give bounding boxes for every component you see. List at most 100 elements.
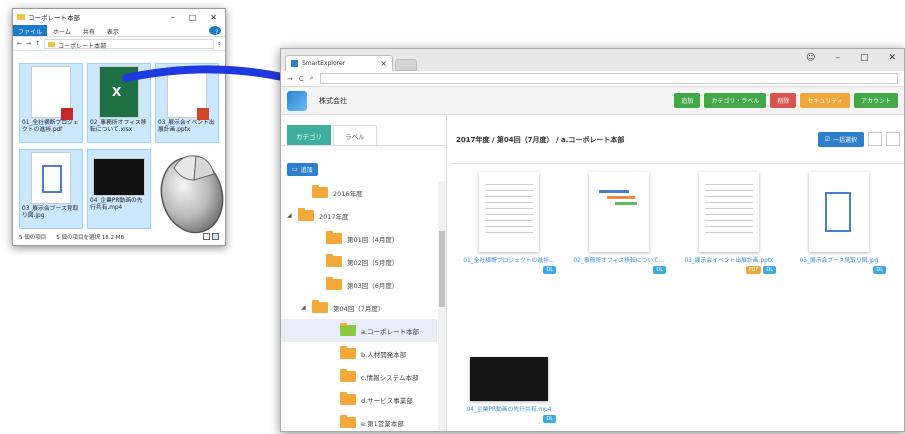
tree-node[interactable]: 第03回（6月度） bbox=[281, 273, 437, 296]
tab-category[interactable]: カテゴリ bbox=[287, 125, 331, 145]
file-card-tags: DL bbox=[786, 266, 892, 274]
window-controls: ☺ – □ ✕ bbox=[806, 53, 896, 63]
file-card-name[interactable]: 01_全社横断プロジェクトの進捗… bbox=[456, 255, 562, 264]
folder-icon: ▭ bbox=[292, 166, 298, 173]
expand-icon[interactable]: ◢ bbox=[287, 212, 293, 219]
explorer-ribbon: ファイル ホーム 共有 表示 ? bbox=[13, 25, 225, 37]
folder-icon bbox=[340, 415, 356, 428]
folder-icon bbox=[340, 323, 356, 336]
company-name: 株式会社 bbox=[319, 96, 347, 105]
toolbar-button-3[interactable]: セキュリティ bbox=[800, 93, 850, 108]
category-tree: 2016年度 ◢ 2017年度 第01回（4月度） 第02回（5月度） 第03回（6月度）… bbox=[281, 181, 437, 434]
tree-node-label: b.人材開発本部 bbox=[361, 350, 407, 359]
grid-view-icon[interactable] bbox=[868, 132, 882, 146]
close-icon[interactable]: ✕ bbox=[210, 13, 217, 22]
url-input[interactable] bbox=[319, 73, 898, 84]
up-icon[interactable]: ↑ bbox=[35, 40, 40, 47]
window-controls: – □ ✕ bbox=[171, 13, 221, 22]
ribbon-home-tab[interactable]: ホーム bbox=[47, 25, 77, 36]
explorer-file-tile[interactable]: 01_全社横断プロジェクトの進捗.pdf bbox=[19, 63, 83, 143]
file-cards: 01_全社横断プロジェクトの進捗… DL 02_事務所オフィス移転について… DL 03… bbox=[452, 163, 904, 423]
address-path[interactable]: コーポレート本部 bbox=[44, 38, 214, 50]
close-icon[interactable]: ✕ bbox=[888, 53, 896, 63]
folder-icon bbox=[340, 369, 356, 382]
ribbon-file-tab[interactable]: ファイル bbox=[13, 25, 48, 36]
view-tools: ☑ 一括選択 bbox=[817, 132, 900, 147]
tree-node[interactable]: c.情報システム本部 bbox=[281, 365, 437, 388]
tree-node[interactable]: d.サービス事業部 bbox=[281, 388, 437, 411]
file-card-name[interactable]: 03_展示会イベント出展計画.pptx bbox=[676, 255, 782, 264]
download-badge[interactable]: DL bbox=[543, 266, 556, 274]
toolbar-button-2[interactable]: 削除 bbox=[770, 93, 797, 108]
forward-icon[interactable]: → bbox=[287, 75, 293, 83]
tree-node-label: d.サービス事業部 bbox=[361, 396, 413, 405]
download-badge[interactable]: DL bbox=[653, 266, 666, 274]
category-sidebar: カテゴリ ラベル ▭ 追加 2016年度 ◢ 2017年度 第01回（4月度） 第02回… bbox=[281, 115, 447, 431]
file-preview-chart bbox=[589, 172, 649, 252]
file-card[interactable]: 04_企業PR動画の先行共有.mp4 DL bbox=[456, 327, 562, 423]
file-preview-doc bbox=[699, 172, 759, 252]
maximize-icon[interactable]: □ bbox=[860, 53, 869, 63]
file-card-name[interactable]: 04_企業PR動画の先行共有.mp4 bbox=[456, 404, 562, 413]
toolbar-button-4[interactable]: アカウント bbox=[853, 93, 898, 108]
file-name: 04_企業PR動画の先行共有.mp4 bbox=[90, 198, 143, 211]
toolbar-button-0[interactable]: 追加 bbox=[674, 93, 701, 108]
toolbar-button-label: 削除 bbox=[777, 98, 790, 105]
expand-icon[interactable]: ◢ bbox=[301, 304, 307, 311]
file-preview-video bbox=[470, 357, 548, 401]
file-card-name[interactable]: 03_展示会ブース見取り図.jpg bbox=[786, 255, 892, 264]
tree-node[interactable]: ◢ 第04回（7月度） bbox=[281, 296, 437, 319]
tab-label[interactable]: ラベル bbox=[333, 125, 377, 145]
minimize-icon[interactable]: – bbox=[171, 13, 175, 22]
selection-info: 5 個の項目を選択 18.2 MB bbox=[56, 235, 125, 241]
tree-node-label: c.情報システム本部 bbox=[361, 373, 419, 382]
reload-icon[interactable]: C bbox=[299, 75, 304, 83]
toolbar-button-label: セキュリティ bbox=[807, 98, 843, 105]
toolbar-button-label: 追加 bbox=[681, 98, 694, 105]
toolbar-button-1[interactable]: カテゴリ・ラベル bbox=[704, 93, 767, 108]
explorer-file-tile[interactable]: 03_展示会ブース見取り図.jpg bbox=[19, 149, 83, 229]
tree-node[interactable]: ◢ 2017年度 bbox=[281, 204, 437, 227]
back-icon[interactable]: ← bbox=[17, 40, 22, 47]
folder-icon bbox=[17, 14, 25, 20]
folder-icon bbox=[298, 208, 314, 221]
tree-node[interactable]: 第02回（5月度） bbox=[281, 250, 437, 273]
file-card[interactable]: 03_展示会ブース見取り図.jpg DL bbox=[786, 172, 892, 274]
ribbon-share-tab[interactable]: 共有 bbox=[77, 25, 101, 36]
search-icon[interactable]: ⌕ bbox=[218, 40, 221, 48]
download-badge[interactable]: DL bbox=[543, 415, 556, 423]
tree-node[interactable]: a.コーポレート本部 bbox=[281, 319, 437, 342]
tree-node[interactable]: 2016年度 bbox=[281, 181, 437, 204]
tree-node[interactable]: e.第1営業本部 bbox=[281, 411, 437, 434]
tree-node[interactable]: b.人材開発本部 bbox=[281, 342, 437, 365]
list-view-icon[interactable] bbox=[886, 132, 900, 146]
sidebar-scrollbar[interactable] bbox=[438, 181, 446, 431]
file-card[interactable]: 01_全社横断プロジェクトの進捗… DL bbox=[456, 172, 562, 274]
address-segment[interactable]: コーポレート本部 bbox=[58, 41, 106, 50]
file-card[interactable]: 02_事務所オフィス移転について… DL bbox=[566, 172, 672, 274]
minimize-icon[interactable]: – bbox=[835, 53, 840, 63]
download-badge[interactable]: DL bbox=[763, 266, 776, 274]
browser-titlebar: SmartExplorer × ☺ – □ ✕ bbox=[281, 49, 904, 71]
tree-node-label: 2016年度 bbox=[333, 189, 363, 198]
search-icon[interactable]: ⌕ bbox=[310, 74, 314, 83]
tab-title: SmartExplorer bbox=[302, 60, 346, 67]
scrollbar-thumb[interactable] bbox=[439, 231, 445, 307]
ribbon-view-tab[interactable]: 表示 bbox=[101, 25, 125, 36]
new-tab-button[interactable] bbox=[395, 59, 417, 71]
download-badge[interactable]: DL bbox=[873, 266, 886, 274]
tree-node[interactable]: 第01回（4月度） bbox=[281, 227, 437, 250]
add-category-label: 追加 bbox=[300, 167, 313, 174]
select-all-button[interactable]: ☑ 一括選択 bbox=[817, 132, 864, 147]
maximize-icon[interactable]: □ bbox=[189, 13, 197, 22]
add-category-button[interactable]: ▭ 追加 bbox=[287, 163, 318, 176]
forward-icon[interactable]: → bbox=[26, 40, 31, 47]
tab-close-icon[interactable]: × bbox=[380, 59, 387, 68]
pdf-badge[interactable]: PDF bbox=[745, 266, 762, 274]
file-card[interactable]: 03_展示会イベント出展計画.pptx PDF DL bbox=[676, 172, 782, 274]
user-profile-icon[interactable]: ☺ bbox=[806, 53, 815, 63]
help-icon[interactable]: ? bbox=[209, 26, 221, 36]
file-preview-plan bbox=[809, 172, 869, 252]
file-card-name[interactable]: 02_事務所オフィス移転について… bbox=[566, 255, 672, 264]
browser-tab[interactable]: SmartExplorer × bbox=[285, 55, 393, 71]
